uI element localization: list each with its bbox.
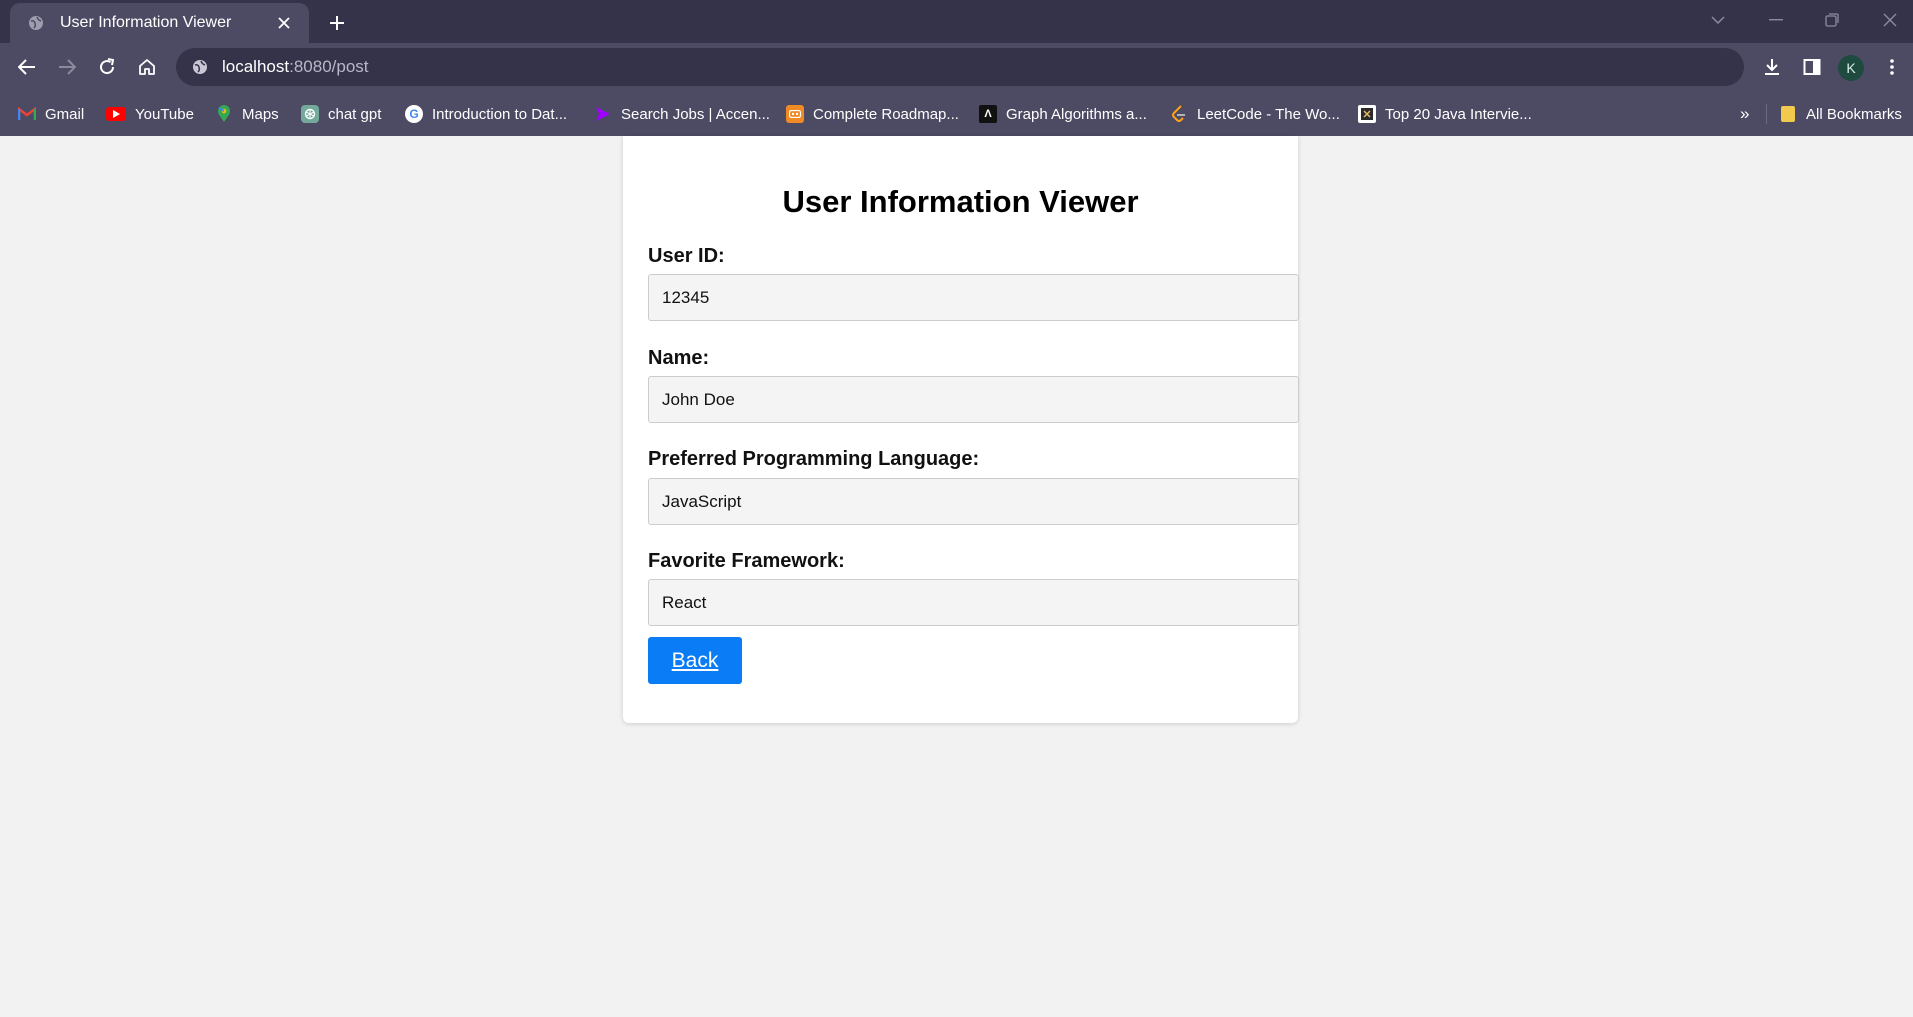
all-bookmarks-button[interactable]: All Bookmarks: [1779, 101, 1902, 127]
framework-field[interactable]: [648, 579, 1299, 626]
tab-title: User Information Viewer: [60, 14, 232, 31]
page-title: User Information Viewer: [782, 184, 1139, 219]
menu-dots-icon[interactable]: [1876, 51, 1908, 83]
all-bookmarks-label: All Bookmarks: [1806, 105, 1902, 123]
restore-icon[interactable]: [1815, 6, 1849, 34]
roadmap-icon: [786, 105, 804, 123]
browser-toolbar: localhost:8080/post K: [0, 43, 1913, 91]
bookmark-java-interview[interactable]: Top 20 Java Intervie...: [1358, 101, 1532, 127]
address-bar[interactable]: localhost:8080/post: [176, 48, 1744, 86]
bookmark-label: Complete Roadmap...: [813, 105, 959, 123]
close-tab-icon[interactable]: [273, 12, 295, 34]
bookmark-leetcode[interactable]: LeetCode - The Wo...: [1170, 101, 1340, 127]
bookmarks-bar: Gmail YouTube Maps chat gpt G Introducti…: [0, 91, 1913, 136]
bookmark-label: YouTube: [135, 105, 194, 123]
bookmark-roadmap[interactable]: Complete Roadmap...: [786, 101, 959, 127]
language-label: Preferred Programming Language:: [648, 448, 980, 470]
home-icon[interactable]: [131, 51, 163, 83]
tab-strip: User Information Viewer: [0, 0, 1913, 43]
youtube-icon: [106, 107, 126, 121]
bookmark-introduction[interactable]: G Introduction to Dat...: [405, 101, 567, 127]
name-field[interactable]: [648, 376, 1299, 423]
bookmark-label: Introduction to Dat...: [432, 105, 568, 123]
download-icon[interactable]: [1756, 51, 1788, 83]
tab-search-icon[interactable]: [1701, 6, 1735, 34]
globe-icon: [26, 13, 46, 33]
folder-icon: [1779, 105, 1797, 123]
browser-tab[interactable]: User Information Viewer: [10, 3, 309, 43]
reload-icon[interactable]: [91, 51, 123, 83]
forward-arrow-icon[interactable]: [51, 51, 83, 83]
bookmark-gmail[interactable]: Gmail: [18, 101, 84, 127]
bookmark-label: LeetCode - The Wo...: [1197, 105, 1340, 123]
chatgpt-icon: [301, 105, 319, 123]
java-icon: [1358, 105, 1376, 123]
framework-label: Favorite Framework:: [648, 550, 845, 572]
leetcode-icon: [1170, 105, 1188, 123]
gmail-icon: [18, 105, 36, 123]
side-panel-icon[interactable]: [1796, 51, 1828, 83]
bookmark-graph-algorithms[interactable]: Λ Graph Algorithms a...: [979, 101, 1147, 127]
bookmark-label: chat gpt: [328, 105, 382, 123]
bookmark-label: Graph Algorithms a...: [1006, 105, 1147, 123]
bookmark-label: Search Jobs | Accen...: [621, 105, 770, 123]
profile-avatar[interactable]: K: [1838, 55, 1864, 81]
bookmark-label: Maps: [242, 105, 279, 123]
new-tab-button[interactable]: [322, 8, 352, 38]
name-label: Name:: [648, 347, 710, 369]
user-id-field[interactable]: [648, 274, 1299, 321]
minimize-icon[interactable]: [1759, 6, 1793, 34]
bookmarks-overflow-button[interactable]: »: [1740, 101, 1749, 127]
bookmark-youtube[interactable]: YouTube: [106, 101, 194, 127]
bookmark-accenture[interactable]: Search Jobs | Accen...: [594, 101, 770, 127]
maps-icon: [215, 105, 233, 123]
bookmark-label: Top 20 Java Intervie...: [1385, 105, 1532, 123]
google-icon: G: [405, 105, 423, 123]
bookmark-maps[interactable]: Maps: [215, 101, 279, 127]
bookmarks-divider: [1766, 104, 1767, 124]
bookmark-chatgpt[interactable]: chat gpt: [301, 101, 381, 127]
url-host: localhost: [222, 57, 290, 76]
back-arrow-icon[interactable]: [11, 51, 43, 83]
bookmark-label: Gmail: [45, 105, 85, 123]
url-path: :8080/post: [289, 57, 369, 76]
site-info-icon[interactable]: [190, 57, 210, 77]
user-info-card: User Information Viewer User ID: Name: P…: [623, 136, 1299, 723]
close-window-icon[interactable]: [1873, 6, 1907, 34]
user-id-label: User ID:: [648, 245, 725, 267]
url-text: localhost:8080/post: [222, 57, 369, 77]
back-button[interactable]: Back: [648, 637, 742, 684]
accenture-icon: [594, 105, 612, 123]
language-field[interactable]: [648, 478, 1299, 525]
graph-icon: Λ: [979, 105, 997, 123]
